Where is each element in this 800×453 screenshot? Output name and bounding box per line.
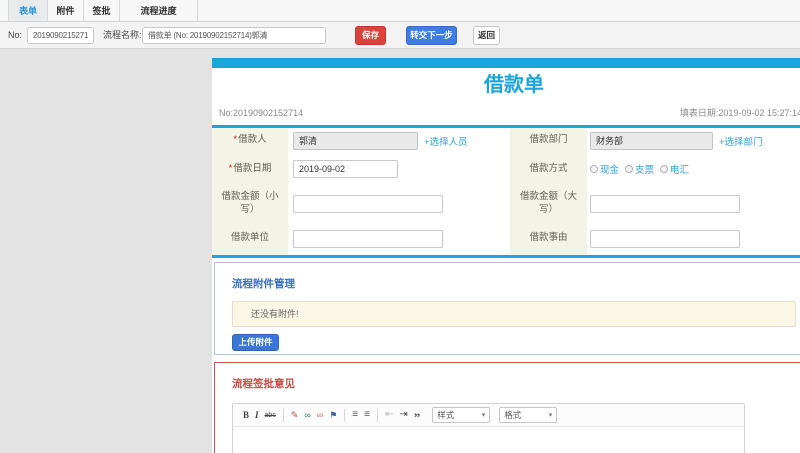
required-mark: * (228, 162, 233, 174)
no-label: No: (8, 30, 23, 40)
process-name-label: 流程名称: (103, 30, 142, 40)
anchor-flag-icon[interactable]: ⚑ (329, 410, 337, 420)
bold-icon[interactable]: B (243, 410, 249, 420)
attachment-section: 流程附件管理 还没有附件! 上传附件 (214, 262, 800, 355)
borrow-date-label: *借款日期 (212, 153, 288, 185)
borrow-method-label: 借款方式 (510, 153, 587, 185)
radio-circle-icon (660, 165, 669, 173)
amount-lower-input[interactable] (293, 194, 443, 213)
required-mark: * (233, 134, 238, 146)
toolbar-separator (376, 408, 378, 422)
divider-bottom (212, 255, 800, 258)
reason-input[interactable] (590, 229, 740, 248)
radio-check[interactable]: 支票 (625, 162, 654, 176)
form-row-amount: 借款金额（小写） 借款金额（大写） (212, 185, 800, 222)
form-meta-row: No:20190902152714 填表日期:2019-09-02 15:27:… (212, 100, 800, 125)
fill-date: 填表日期:2019-09-02 15:27:14 (679, 108, 800, 118)
department-label: 借款部门 (510, 128, 587, 153)
approval-section-title: 流程签批意见 (232, 378, 295, 390)
tab-attachments[interactable]: 附件 (48, 0, 84, 21)
numbered-list-icon[interactable]: ≡ (352, 410, 358, 420)
unit-label: 借款单位 (212, 222, 288, 255)
top-tab-bar: 表单 附件 签批 流程进度 (0, 0, 800, 22)
italic-icon[interactable]: I (255, 410, 259, 420)
top-accent-bar (212, 58, 800, 68)
department-input[interactable] (590, 131, 713, 150)
bullet-list-icon[interactable]: ≡ (364, 410, 370, 420)
amount-lower-label: 借款金额（小写） (212, 185, 288, 222)
chevron-down-icon: ▾ (548, 412, 553, 419)
back-button[interactable]: 返回 (473, 26, 500, 45)
strikethrough-icon[interactable]: abc (265, 412, 276, 419)
form-row-date-method: *借款日期 借款方式 现金 支票 电 (212, 153, 800, 185)
amount-upper-label: 借款金额（大写） (510, 185, 587, 222)
page-title: 借款单 (484, 74, 544, 96)
radio-circle-icon (590, 165, 598, 173)
styles-dropdown[interactable]: 样式 ▾ (432, 407, 491, 423)
attachment-section-title: 流程附件管理 (232, 278, 295, 290)
no-input[interactable] (27, 27, 94, 44)
save-button[interactable]: 保存 (355, 26, 386, 45)
editor-content-area[interactable] (233, 427, 744, 453)
borrower-label: *借款人 (212, 128, 288, 153)
tab-process-progress[interactable]: 流程进度 (120, 0, 198, 21)
select-department-link[interactable]: +选择部门 (719, 134, 763, 148)
tab-approval[interactable]: 签批 (84, 0, 120, 21)
rich-text-editor: B I abc ✎ ∞ ∞ ⚑ ≡ ≡ ⇤ ⇥ ” 样式 ▾ 格式 ▾ (232, 403, 745, 453)
toolbar-separator (282, 408, 284, 422)
borrower-input[interactable] (293, 131, 418, 150)
borrow-method-radio-group: 现金 支票 电汇 (590, 162, 689, 176)
reason-label: 借款事由 (510, 222, 587, 255)
toolbar-separator (344, 408, 346, 422)
loan-form-table: *借款人 +选择人员 借款部门 +选择部门 *借款日期 借款方式 (212, 128, 800, 255)
unit-input[interactable] (293, 229, 443, 248)
process-name-input[interactable] (142, 27, 326, 44)
radio-wire-transfer[interactable]: 电汇 (660, 162, 689, 176)
loan-form-paper: 借款单 No:20190902152714 填表日期:2019-09-02 15… (212, 58, 800, 453)
remove-format-icon[interactable]: ✎ (291, 410, 299, 420)
upload-attachment-button[interactable]: 上传附件 (232, 334, 279, 351)
no-attachment-alert: 还没有附件! (232, 301, 796, 327)
form-row-unit-reason: 借款单位 借款事由 (212, 222, 800, 255)
borrow-date-input[interactable] (293, 160, 398, 178)
link-icon[interactable]: ∞ (304, 410, 310, 420)
select-person-link[interactable]: +选择人员 (424, 134, 468, 148)
editor-toolbar: B I abc ✎ ∞ ∞ ⚑ ≡ ≡ ⇤ ⇥ ” 样式 ▾ 格式 ▾ (233, 404, 744, 427)
unlink-icon[interactable]: ∞ (317, 410, 323, 420)
chevron-down-icon: ▾ (481, 412, 486, 419)
form-number: No:20190902152714 (219, 107, 304, 118)
blockquote-icon[interactable]: ” (414, 411, 421, 424)
forward-next-step-button[interactable]: 转交下一步 (406, 26, 457, 45)
radio-circle-icon (625, 165, 634, 173)
tab-form[interactable]: 表单 (8, 0, 48, 21)
form-row-borrower: *借款人 +选择人员 借款部门 +选择部门 (212, 128, 800, 153)
action-toolbar: No: 流程名称: 保存 转交下一步 返回 (0, 22, 800, 49)
outdent-icon[interactable]: ⇤ (385, 410, 393, 420)
indent-icon[interactable]: ⇥ (399, 410, 407, 420)
format-dropdown[interactable]: 格式 ▾ (499, 407, 558, 423)
amount-upper-input[interactable] (590, 194, 740, 213)
approval-section: 流程签批意见 B I abc ✎ ∞ ∞ ⚑ ≡ ≡ ⇤ ⇥ ” 样式 ▾ 格式… (214, 362, 800, 453)
radio-cash[interactable]: 现金 (590, 162, 619, 176)
